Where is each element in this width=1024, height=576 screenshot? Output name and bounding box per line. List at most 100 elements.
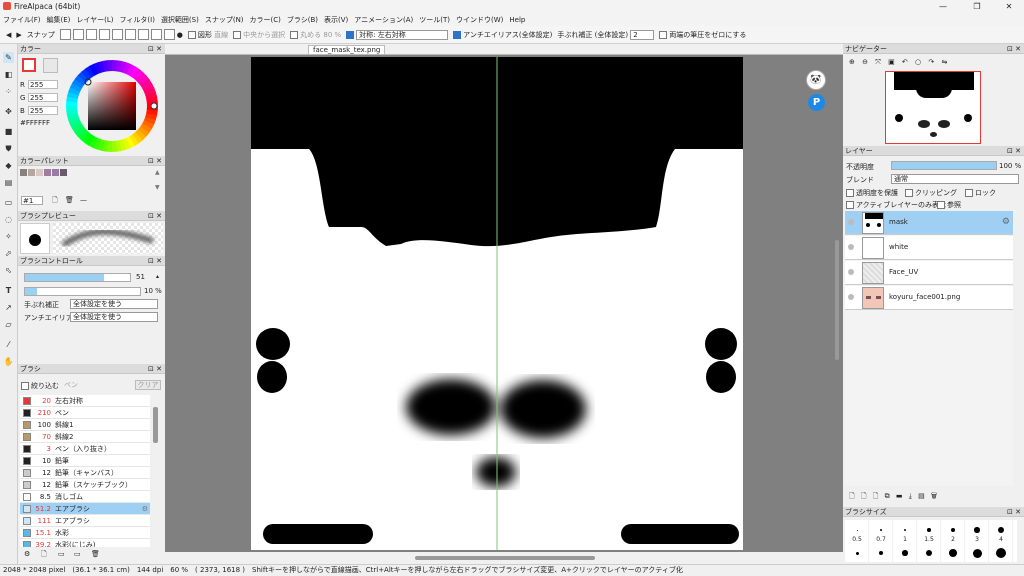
brush-folder-icon[interactable]: ▭	[58, 550, 65, 558]
r-input[interactable]: 255	[28, 80, 58, 89]
brush-opacity-slider[interactable]	[24, 287, 141, 296]
panel-close-icon[interactable]: ⊡ ✕	[148, 211, 162, 221]
layer-visibility-icon[interactable]	[848, 244, 854, 250]
brush-filter-clear-button[interactable]: クリア	[135, 380, 161, 390]
pixiv-icon[interactable]: P	[808, 94, 825, 111]
maximize-button[interactable]: ❐	[962, 1, 992, 12]
canvas-vertical-scrollbar[interactable]	[835, 240, 839, 360]
snap-settings-icon[interactable]	[163, 29, 175, 40]
navigator-thumbnail[interactable]	[885, 71, 981, 144]
brush-size-cell[interactable]: 4	[989, 520, 1013, 562]
dot-tool-icon[interactable]: ⁘	[3, 86, 14, 97]
brush-list-item[interactable]: 39.2 水彩(にじみ)	[20, 539, 150, 547]
new-layer-icon[interactable]: 🗋	[849, 492, 855, 500]
eyedropper-tool-icon[interactable]: ⁄	[3, 339, 14, 350]
merge-layer-icon[interactable]: ⤓	[909, 492, 912, 500]
palette-delete-icon[interactable]: 🗑	[65, 196, 74, 204]
round-checkbox[interactable]	[290, 30, 299, 39]
duplicate-layer-icon[interactable]: ⧉	[885, 492, 890, 500]
menu-filter[interactable]: フィルタ(I)	[120, 15, 155, 25]
brush-list-item[interactable]: 12 鉛筆（スケッチブック）	[20, 479, 150, 491]
brush-filter-checkbox[interactable]	[21, 382, 29, 390]
shape-select[interactable]: 直線	[214, 30, 228, 40]
hand-tool-icon[interactable]: ✋	[3, 356, 14, 367]
snap-curve-icon[interactable]	[137, 29, 149, 40]
layer-folder-icon[interactable]: ▬	[896, 492, 903, 500]
palette-select[interactable]: #1	[21, 196, 43, 205]
symmetry-select[interactable]: 対称: 左右対称	[356, 29, 449, 40]
palette-swatch[interactable]	[20, 169, 27, 176]
panel-close-icon[interactable]: ⊡ ✕	[148, 256, 162, 266]
brush-new-icon[interactable]: 🗋	[41, 550, 47, 561]
protect-alpha-checkbox[interactable]	[846, 189, 854, 197]
panel-close-icon[interactable]: ⊡ ✕	[1007, 44, 1021, 54]
panel-close-icon[interactable]: ⊡ ✕	[148, 44, 162, 54]
brush-list-item[interactable]: 15.1 水彩	[20, 527, 150, 539]
round-value[interactable]: 80	[323, 31, 332, 39]
brush-item-settings-icon[interactable]: ⚙	[142, 503, 148, 515]
text-tool-icon[interactable]: T	[3, 285, 14, 296]
zoom-fit-icon[interactable]: ⤧	[875, 58, 881, 66]
layer-row[interactable]: white	[845, 236, 1013, 260]
layer-visibility-icon[interactable]	[848, 219, 854, 225]
snap-cross-icon[interactable]	[85, 29, 97, 40]
layer-row[interactable]: koyuru_face001.png	[845, 286, 1013, 310]
select-pen-tool-icon[interactable]: ⬀	[3, 248, 14, 259]
snap-radial-icon[interactable]	[111, 29, 123, 40]
panel-close-icon[interactable]: ⊡ ✕	[148, 364, 162, 374]
minimize-button[interactable]: —	[928, 1, 958, 12]
lock-checkbox[interactable]	[965, 189, 973, 197]
menu-view[interactable]: 表示(V)	[324, 15, 348, 25]
flip-icon[interactable]: ⇋	[941, 58, 947, 66]
brush-tool-icon[interactable]: ✎	[3, 52, 14, 63]
panel-close-icon[interactable]: ⊡ ✕	[1007, 146, 1021, 156]
hue-cursor-icon[interactable]	[150, 102, 158, 110]
menu-help[interactable]: Help	[509, 16, 525, 24]
zoom-in-icon[interactable]: ⊕	[849, 58, 855, 66]
menu-window[interactable]: ウインドウ(W)	[456, 15, 503, 25]
menu-animation[interactable]: アニメーション(A)	[354, 15, 413, 25]
palette-swatch[interactable]	[28, 169, 35, 176]
mascot-icon[interactable]: 🐼	[806, 70, 826, 90]
menu-file[interactable]: ファイル(F)	[3, 15, 41, 25]
brush-list-item[interactable]: 51.2 エアブラシ ⚙	[20, 503, 150, 515]
zoom-actual-icon[interactable]: ▣	[888, 58, 895, 66]
layer-settings-gear-icon[interactable]: ⚙	[1002, 217, 1010, 227]
magic-wand-tool-icon[interactable]: ✧	[3, 231, 14, 242]
palette-new-icon[interactable]: 🗋	[52, 196, 58, 207]
brush-list-item[interactable]: 100 斜線1	[20, 419, 150, 431]
rotate-left-icon[interactable]: ↶	[902, 58, 908, 66]
select-eraser-tool-icon[interactable]: ⬁	[3, 265, 14, 276]
palette-swatch[interactable]	[36, 169, 43, 176]
undo-icon[interactable]: ◀	[6, 31, 11, 39]
snap-3d-icon[interactable]	[150, 29, 162, 40]
layer-settings-icon[interactable]: ▤	[918, 492, 925, 500]
brush-size-cell[interactable]: 1.5	[917, 520, 941, 562]
palette-swatch[interactable]	[60, 169, 67, 176]
layer-opacity-slider[interactable]	[891, 161, 997, 170]
brush-delete-icon[interactable]: 🗑	[91, 550, 100, 558]
active-only-checkbox[interactable]	[846, 201, 854, 209]
brush-size-slider[interactable]	[24, 273, 131, 282]
rotate-reset-icon[interactable]: ○	[915, 58, 921, 66]
snap-off-icon[interactable]	[59, 29, 71, 40]
brush-opacity-value[interactable]: 10 %	[144, 287, 162, 295]
brush-stabilizer-select[interactable]: 全体設定を使う	[70, 299, 158, 309]
menu-brush[interactable]: ブラシ(B)	[287, 15, 318, 25]
symmetry-checkbox[interactable]	[346, 30, 355, 39]
stabilizer-select[interactable]: 2	[630, 29, 655, 40]
rotate-right-icon[interactable]: ↷	[928, 58, 934, 66]
brush-settings-icon[interactable]: ⚙	[24, 550, 30, 558]
close-button[interactable]: ✕	[994, 1, 1024, 12]
brush-size-cell[interactable]: 3	[965, 520, 989, 562]
select-tool-icon[interactable]: ▭	[3, 197, 14, 208]
snap-circle-icon[interactable]	[124, 29, 136, 40]
brush-filter-input[interactable]: ペン	[62, 380, 132, 390]
menu-tools[interactable]: ツール(T)	[419, 15, 450, 25]
brush-antialias-select[interactable]: 全体設定を使う	[70, 312, 158, 322]
bucket-tool-icon[interactable]: ⛊	[3, 143, 14, 154]
brush-list-item[interactable]: 12 鉛筆（キャンバス）	[20, 467, 150, 479]
b-input[interactable]: 255	[28, 106, 58, 115]
panel-close-icon[interactable]: ⊡ ✕	[1007, 507, 1021, 517]
pressure-checkbox[interactable]	[659, 30, 668, 39]
